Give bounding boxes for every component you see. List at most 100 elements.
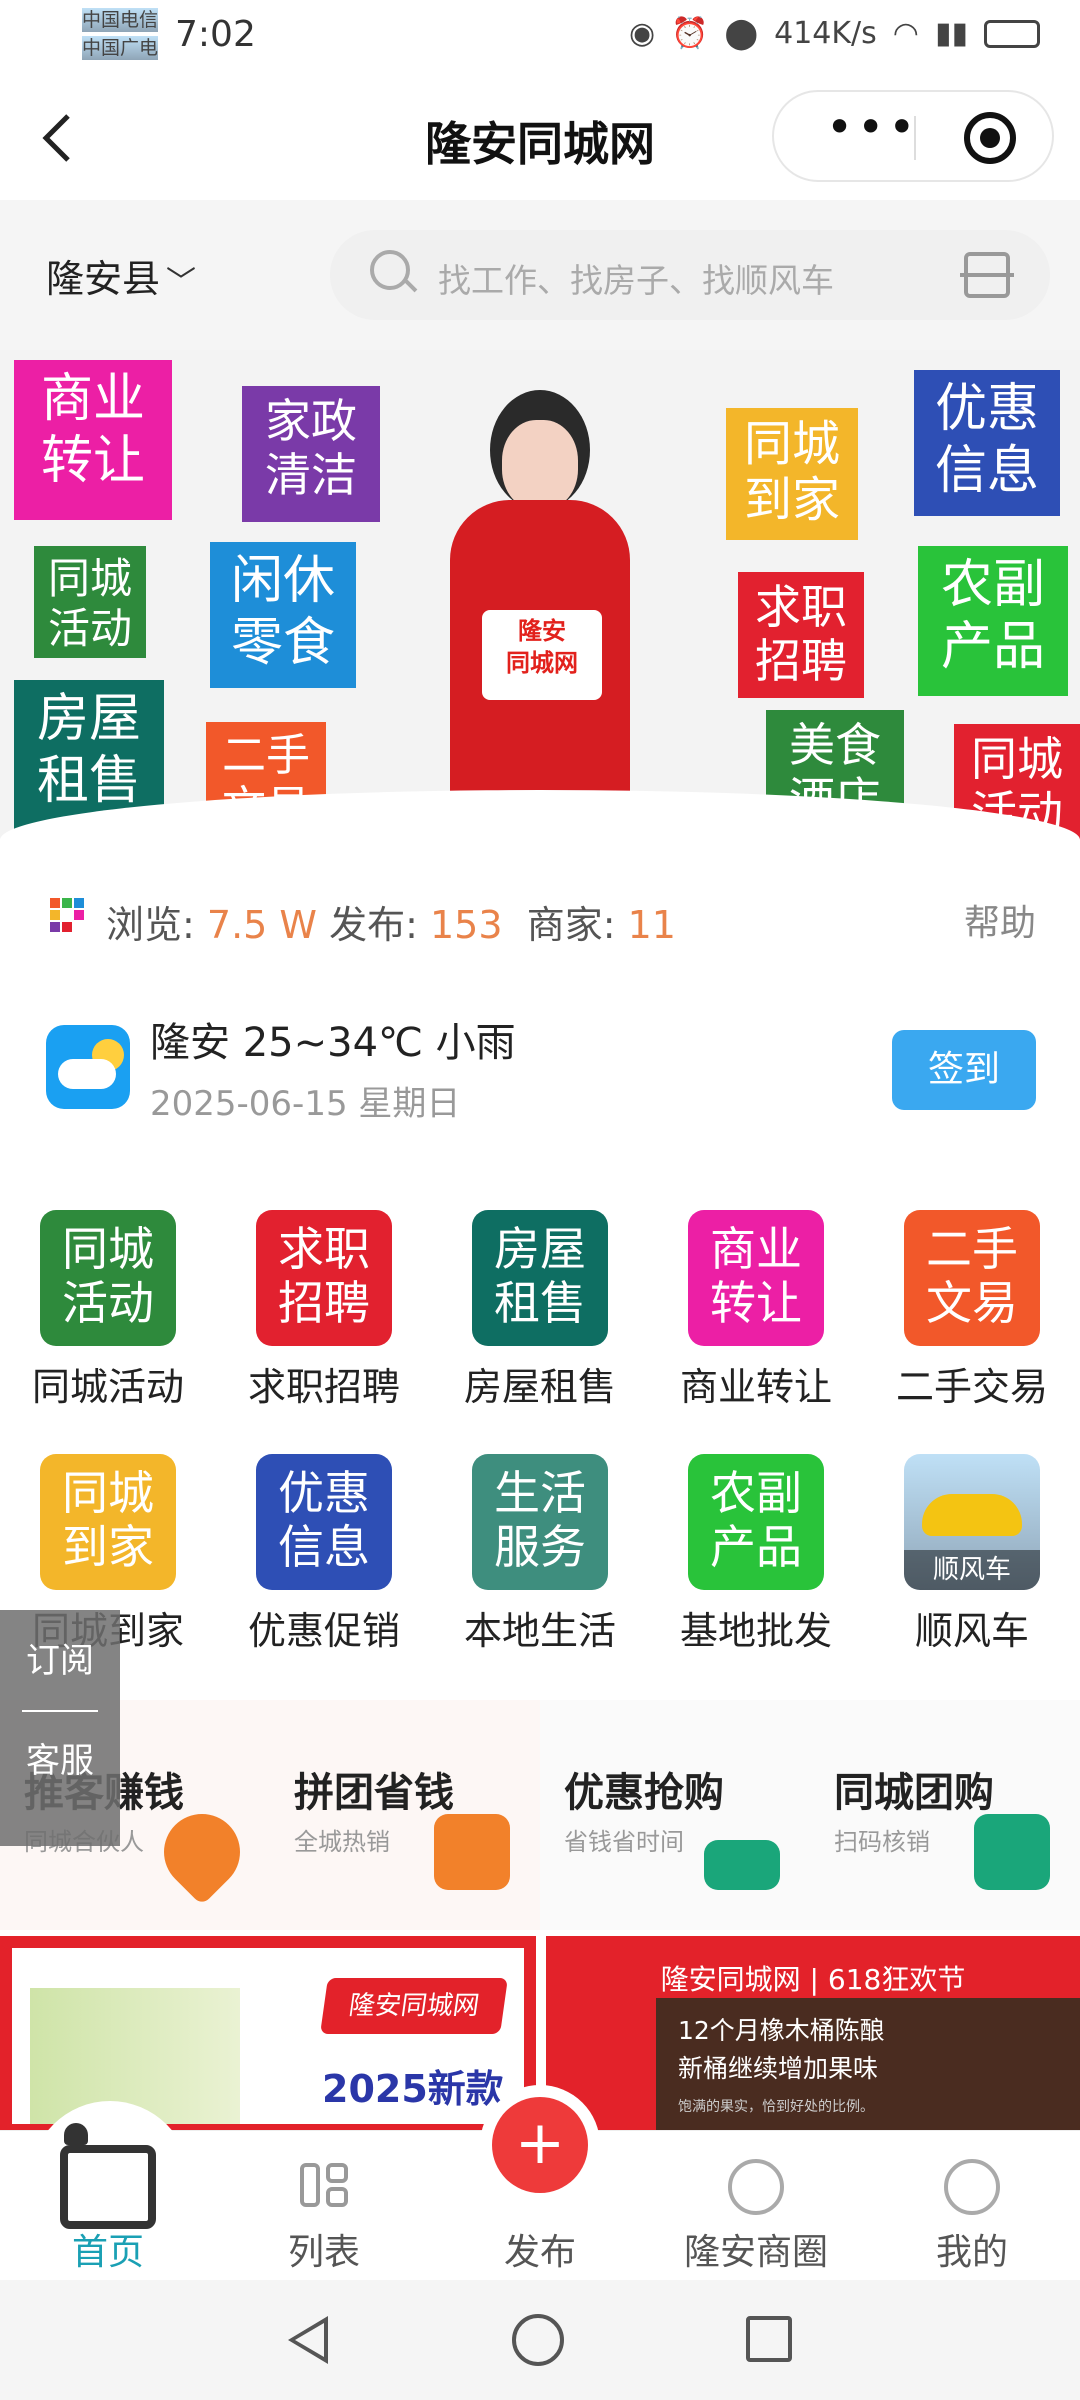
- category-label: 房屋租售: [463, 1365, 616, 1409]
- sign-in-button[interactable]: 签到: [892, 1030, 1036, 1110]
- tab-label: 发布: [503, 2232, 576, 2273]
- promo-title: 优惠抢购: [564, 1770, 724, 1816]
- category-icon: 商业 转让: [688, 1210, 824, 1346]
- tab-label: 我的: [935, 2232, 1008, 2273]
- more-icon[interactable]: •••: [826, 100, 919, 154]
- profile-icon: [944, 2159, 1000, 2215]
- ad-card-right[interactable]: 隆安同城网 | 618狂欢节 12个月橡木桶陈酿 新桶继续增加果味 饱满的果实，…: [546, 1936, 1080, 2136]
- search-row: 隆安县 ﹀ 找工作、找房子、找顺风车: [0, 200, 1080, 350]
- banner-tile: 求职 招聘: [738, 572, 864, 698]
- tab-publish[interactable]: + 发布: [432, 2097, 648, 2281]
- bottom-tab-bar: 首页 列表 + 发布 隆安商圈 我的: [0, 2097, 1080, 2281]
- category-item[interactable]: 生活 服务 本地生活: [432, 1454, 648, 1655]
- publish-value: 153: [430, 903, 503, 947]
- mini-program-capsule: •••: [772, 90, 1054, 182]
- category-item[interactable]: 房屋 租售 房屋租售: [432, 1210, 648, 1411]
- coupon-icon: [974, 1814, 1050, 1890]
- carrier-2: 中国广电: [82, 36, 159, 60]
- category-item[interactable]: 求职 招聘 求职招聘: [216, 1210, 432, 1411]
- promo-item[interactable]: 拼团省钱 全城热销: [270, 1700, 540, 1930]
- category-icon: 优惠 信息: [256, 1454, 392, 1590]
- close-target-icon[interactable]: [964, 112, 1016, 164]
- chat-icon: [728, 2159, 784, 2215]
- merchant-value: 11: [627, 903, 676, 947]
- banner-card-text: 隆安 同城网: [482, 610, 602, 700]
- banner-tile: 同城 活动: [34, 546, 146, 658]
- chevron-down-icon: ﹀: [166, 265, 197, 300]
- banner-tile: 同城 到家: [726, 408, 858, 540]
- category-label: 本地生活: [463, 1609, 616, 1653]
- tab-mine[interactable]: 我的: [864, 2131, 1080, 2281]
- weather-icon: [46, 1025, 130, 1109]
- category-icon: 求职 招聘: [256, 1210, 392, 1346]
- banner-model-image: 隆安 同城网: [420, 380, 660, 850]
- location-icon: ⬤: [724, 16, 759, 51]
- banner-tile: 优惠 信息: [914, 370, 1060, 516]
- category-label: 基地批发: [679, 1609, 832, 1653]
- category-item[interactable]: 顺风车 顺风车: [864, 1454, 1080, 1655]
- service-link[interactable]: 客服: [0, 1736, 120, 1786]
- banner[interactable]: 商业 转让 家政 清洁 同城 活动 闲休 零食 房屋 租售 二手 文易 同城 到…: [0, 350, 1080, 850]
- category-label: 顺风车: [914, 1609, 1029, 1653]
- group-icon: [434, 1814, 510, 1890]
- eye-icon: ◉: [628, 16, 656, 51]
- tab-label: 首页: [71, 2232, 144, 2273]
- signal-icon: ▮▮: [934, 16, 968, 51]
- category-label: 二手交易: [895, 1365, 1048, 1409]
- ad-badge: 隆安同城网: [320, 1978, 508, 2034]
- tab-home[interactable]: 首页: [0, 2101, 216, 2281]
- category-item[interactable]: 优惠 信息 优惠促销: [216, 1454, 432, 1655]
- banner-tile: 家政 清洁: [242, 386, 380, 522]
- battery-icon: [984, 19, 1040, 48]
- home-circle-icon[interactable]: [512, 2314, 564, 2366]
- category-icon: 生活 服务: [472, 1454, 608, 1590]
- side-float-tab[interactable]: 订阅 客服: [0, 1610, 120, 1846]
- stats-text: 浏览: 7.5 W 发布: 153 商家: 11: [106, 894, 676, 949]
- category-label: 优惠促销: [247, 1609, 400, 1653]
- tab-business[interactable]: 隆安商圈: [648, 2131, 864, 2281]
- category-icon: 房屋 租售: [472, 1210, 608, 1346]
- car-icon: 顺风车: [904, 1454, 1040, 1590]
- weather-date: 2025-06-15 星期日: [150, 1084, 461, 1124]
- ad-wine-panel: 12个月橡木桶陈酿 新桶继续增加果味 饱满的果实，恰到好处的比例。: [656, 1998, 1080, 2136]
- browse-label: 浏览:: [106, 903, 195, 947]
- stats-logo-icon: [50, 898, 84, 932]
- system-nav-bar: [0, 2280, 1080, 2400]
- browse-value: 7.5 W: [206, 903, 317, 947]
- category-icon: 二手 文易: [904, 1210, 1040, 1346]
- alarm-icon: ⏰: [671, 16, 709, 51]
- nav-bar: 隆安同城网 •••: [0, 80, 1080, 200]
- status-icons: ◉ ⏰ ⬤ 414K/s ◠ ▮▮: [629, 16, 1040, 51]
- car-icon-label: 顺风车: [904, 1550, 1040, 1590]
- weather-summary: 隆安 25~34℃ 小雨: [150, 1020, 516, 1066]
- category-item[interactable]: 同城 活动 同城活动: [0, 1210, 216, 1411]
- promo-strip: 推客赚钱同城合伙人 拼团省钱全城热销 优惠抢购省钱省时间 同城团购扫码核销: [0, 1700, 1080, 1930]
- location-selector[interactable]: 隆安县 ﹀: [46, 248, 196, 303]
- category-item[interactable]: 商业 转让 商业转让: [648, 1210, 864, 1411]
- promo-item[interactable]: 优惠抢购 省钱省时间: [540, 1700, 810, 1930]
- category-icon: 同城 到家: [40, 1454, 176, 1590]
- merchant-label: 商家:: [526, 903, 616, 947]
- wifi-icon: ◠: [892, 16, 919, 51]
- recents-square-icon[interactable]: [746, 2316, 792, 2362]
- back-triangle-icon[interactable]: [288, 2316, 328, 2364]
- location-label: 隆安县: [46, 257, 161, 301]
- carrier-1: 中国电信: [82, 8, 159, 32]
- category-item[interactable]: 农副 产品 基地批发: [648, 1454, 864, 1655]
- ticket-icon: [704, 1840, 780, 1890]
- promo-item[interactable]: 同城团购 扫码核销: [810, 1700, 1080, 1930]
- category-item[interactable]: 二手 文易 二手交易: [864, 1210, 1080, 1411]
- side-tab-divider: [22, 1710, 98, 1712]
- stats-row: 浏览: 7.5 W 发布: 153 商家: 11 帮助: [0, 880, 1080, 960]
- banner-tile: 闲休 零食: [210, 542, 356, 688]
- category-icon: 农副 产品: [688, 1454, 824, 1590]
- tab-label: 列表: [287, 2232, 360, 2273]
- ad-title: 2025新款: [322, 2067, 504, 2111]
- tab-list[interactable]: 列表: [216, 2131, 432, 2281]
- search-box[interactable]: 找工作、找房子、找顺风车: [330, 230, 1050, 320]
- plus-icon: +: [492, 2097, 588, 2193]
- help-link[interactable]: 帮助: [964, 894, 1036, 946]
- subscribe-link[interactable]: 订阅: [0, 1636, 120, 1686]
- scan-icon[interactable]: [960, 252, 1014, 298]
- capsule-divider: [914, 116, 916, 160]
